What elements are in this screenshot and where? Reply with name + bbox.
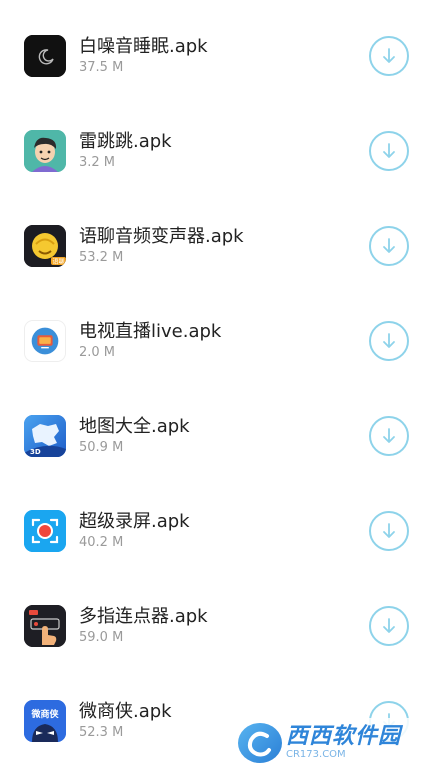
app-size: 52.3 M: [79, 725, 124, 740]
list-item[interactable]: 雷跳跳.apk 3.2 M: [0, 103, 434, 198]
download-arrow-icon: [383, 333, 395, 348]
download-arrow-icon: [383, 618, 395, 633]
voice-badge-text: 语聊: [52, 258, 64, 266]
watermark-url: CR173.COM: [286, 749, 346, 760]
weishangxia-icon-text: 微商侠: [30, 708, 59, 720]
app-name: 超级录屏.apk: [79, 511, 190, 532]
tv-live-icon: [24, 320, 66, 362]
download-button[interactable]: [369, 416, 409, 456]
white-noise-sleep-icon: [24, 35, 66, 77]
list-item[interactable]: 3D 地图大全.apk 50.9 M: [0, 388, 434, 483]
map-icon: 3D: [24, 415, 66, 457]
app-size: 50.9 M: [79, 440, 124, 455]
download-button[interactable]: [369, 36, 409, 76]
app-size: 40.2 M: [79, 535, 124, 550]
app-name: 语聊音频变声器.apk: [79, 226, 244, 247]
auto-clicker-icon: [24, 605, 66, 647]
watermark-brand: 西西软件园: [286, 724, 402, 749]
app-name: 微商侠.apk: [79, 701, 172, 722]
voice-changer-icon: 语聊: [24, 225, 66, 267]
app-size: 59.0 M: [79, 630, 124, 645]
site-watermark: 西西软件园 CR173.COM: [232, 718, 434, 768]
app-size: 2.0 M: [79, 345, 116, 360]
list-item[interactable]: 超级录屏.apk 40.2 M: [0, 483, 434, 578]
download-button[interactable]: [369, 226, 409, 266]
download-arrow-icon: [383, 428, 395, 443]
download-arrow-icon: [383, 143, 395, 158]
watermark-logo-icon: [238, 723, 282, 763]
app-name: 多指连点器.apk: [79, 606, 208, 627]
cartoon-boy-icon: [24, 130, 66, 172]
list-item[interactable]: 语聊 语聊音频变声器.apk 53.2 M: [0, 198, 434, 293]
download-button[interactable]: [369, 131, 409, 171]
download-arrow-icon: [383, 48, 395, 63]
app-size: 37.5 M: [79, 60, 124, 75]
weishangxia-icon: 微商侠: [24, 700, 66, 742]
app-name: 地图大全.apk: [79, 416, 190, 437]
app-name: 雷跳跳.apk: [79, 131, 172, 152]
app-size: 53.2 M: [79, 250, 124, 265]
download-button[interactable]: [369, 321, 409, 361]
app-name: 电视直播live.apk: [79, 321, 222, 342]
download-arrow-icon: [383, 523, 395, 538]
download-button[interactable]: [369, 511, 409, 551]
list-item[interactable]: 多指连点器.apk 59.0 M: [0, 578, 434, 673]
list-item[interactable]: 白噪音睡眠.apk 37.5 M: [0, 8, 434, 103]
screen-record-icon: [24, 510, 66, 552]
download-arrow-icon: [383, 238, 395, 253]
map-badge-text: 3D: [30, 448, 41, 456]
app-size: 3.2 M: [79, 155, 116, 170]
download-button[interactable]: [369, 606, 409, 646]
app-name: 白噪音睡眠.apk: [79, 36, 208, 57]
list-item[interactable]: 电视直播live.apk 2.0 M: [0, 293, 434, 388]
